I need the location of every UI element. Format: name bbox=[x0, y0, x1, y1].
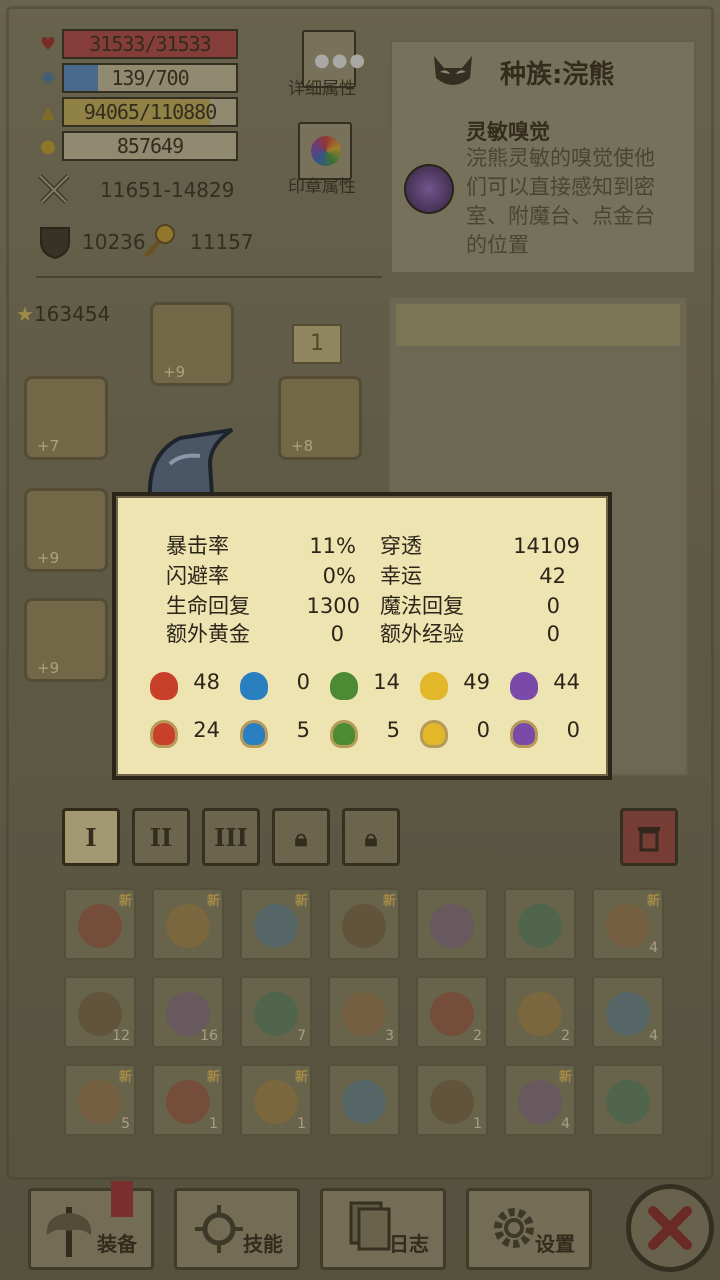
attack-dark-moon-icon bbox=[510, 672, 538, 700]
mp-regen-label: 魔法回复 bbox=[380, 594, 464, 618]
game-background: ♥ 31533/31533 ✺ 139/700 ▲ 94065/110880 ●… bbox=[0, 0, 720, 1280]
penetration-label: 穿透 bbox=[380, 534, 422, 558]
hp-regen-value: 1300 bbox=[306, 594, 360, 618]
attack-light-value: 49 bbox=[463, 670, 490, 694]
resist-water-drop-icon bbox=[240, 720, 268, 748]
resist-leaf-icon bbox=[330, 720, 358, 748]
luck-value: 42 bbox=[539, 564, 566, 588]
attack-leaf-icon bbox=[330, 672, 358, 700]
attack-water-drop-icon bbox=[240, 672, 268, 700]
resist-water-value: 5 bbox=[296, 718, 310, 742]
resist-dark-moon-icon bbox=[510, 720, 538, 748]
hp-regen-label: 生命回复 bbox=[166, 594, 250, 618]
crit-label: 暴击率 bbox=[166, 534, 229, 558]
attack-dark-value: 44 bbox=[553, 670, 580, 694]
resist-fire-icon bbox=[150, 720, 178, 748]
attack-fire-value: 48 bbox=[193, 670, 220, 694]
resist-lightning-burst-icon bbox=[420, 720, 448, 748]
resist-dark-value: 0 bbox=[566, 718, 580, 742]
attack-lightning-burst-icon bbox=[420, 672, 448, 700]
crit-value: 11% bbox=[309, 534, 356, 558]
resist-light-value: 0 bbox=[476, 718, 490, 742]
attack-earth-value: 14 bbox=[373, 670, 400, 694]
dodge-value: 0% bbox=[322, 564, 356, 588]
resist-earth-value: 5 bbox=[386, 718, 400, 742]
resist-fire-value: 24 bbox=[193, 718, 220, 742]
extra-gold-label: 额外黄金 bbox=[166, 622, 250, 646]
helmet-icon bbox=[140, 424, 240, 500]
dodge-label: 闪避率 bbox=[166, 564, 229, 588]
penetration-value: 14109 bbox=[513, 534, 580, 558]
mp-regen-value: 0 bbox=[546, 594, 560, 618]
attributes-popup: 暴击率 11% 穿透 14109 闪避率 0% 幸运 42 生命回复 1300 … bbox=[112, 492, 612, 780]
attack-water-value: 0 bbox=[296, 670, 310, 694]
luck-label: 幸运 bbox=[380, 564, 422, 588]
extra-exp-label: 额外经验 bbox=[380, 622, 464, 646]
extra-gold-value: 0 bbox=[330, 622, 344, 646]
extra-exp-value: 0 bbox=[546, 622, 560, 646]
attack-fire-icon bbox=[150, 672, 178, 700]
